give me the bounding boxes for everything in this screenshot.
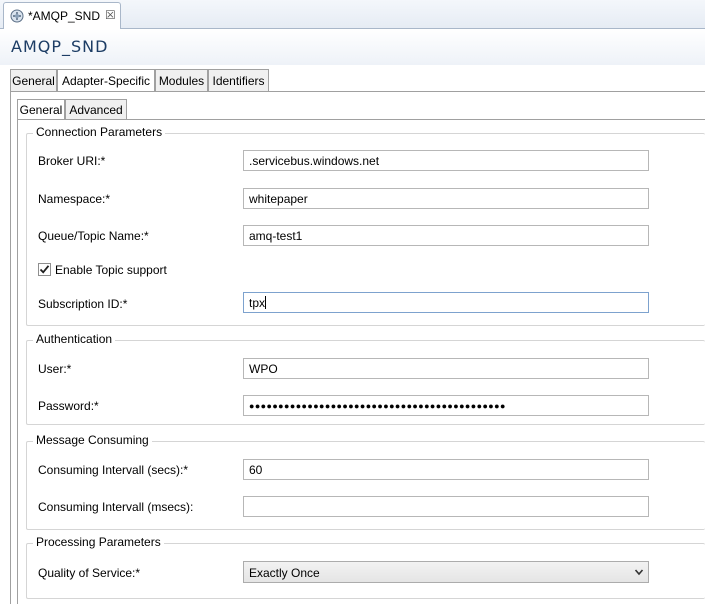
title-band: AMQP_SND [0,29,705,65]
tab-general[interactable]: General [10,69,57,91]
quality-of-service-value: Exactly Once [249,566,320,580]
broker-uri-input[interactable]: .servicebus.windows.net [243,150,649,171]
editor-tab-amqp-snd[interactable]: *AMQP_SND ☒ [3,2,121,29]
checkmark-icon [39,265,50,274]
namespace-label: Namespace:* [38,192,111,206]
group-title: Processing Parameters [33,535,164,549]
namespace-input[interactable]: whitepaper [243,188,649,209]
page-title: AMQP_SND [11,37,109,56]
tab-modules[interactable]: Modules [155,69,208,91]
integration-channel-icon [10,9,24,23]
group-title: Message Consuming [33,433,152,447]
user-input[interactable]: WPO [243,358,649,379]
password-input[interactable]: ●●●●●●●●●●●●●●●●●●●●●●●●●●●●●●●●●●●●●●●●… [243,395,649,416]
consuming-secs-label: Consuming Intervall (secs):* [38,463,189,477]
consuming-msecs-label: Consuming Intervall (msecs): [38,500,194,514]
group-title: Connection Parameters [33,125,166,139]
consuming-secs-input[interactable]: 60 [243,459,649,480]
password-label: Password:* [38,399,99,413]
chevron-down-icon [634,569,644,576]
editor-tabbar: *AMQP_SND ☒ [0,0,705,29]
tab-adapter-specific[interactable]: Adapter-Specific [57,69,155,92]
quality-of-service-select[interactable]: Exactly Once [243,561,649,583]
subscription-id-input[interactable]: tpx [243,292,649,313]
user-label: User:* [38,362,72,376]
broker-uri-label: Broker URI:* [38,154,106,168]
close-icon[interactable]: ☒ [105,8,116,22]
consuming-msecs-input[interactable] [243,496,649,517]
queue-topic-input[interactable]: amq-test1 [243,225,649,246]
queue-topic-label: Queue/Topic Name:* [38,229,149,243]
editor-tab-label: *AMQP_SND [28,9,101,23]
subtab-advanced[interactable]: Advanced [65,99,127,119]
quality-of-service-label: Quality of Service:* [38,566,141,580]
enable-topic-checkbox[interactable] [38,263,51,276]
text-caret [265,296,267,309]
tab-identifiers[interactable]: Identifiers [208,69,269,91]
group-title: Authentication [33,332,116,346]
subtab-general[interactable]: General [17,99,65,120]
enable-topic-label[interactable]: Enable Topic support [55,263,167,277]
subscription-id-value: tpx [249,296,266,310]
subscription-id-label: Subscription ID:* [38,297,128,311]
